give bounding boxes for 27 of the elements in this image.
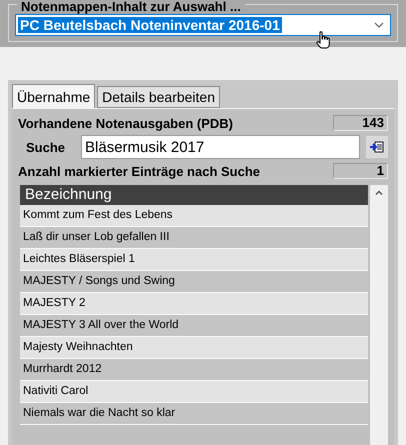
table-cell[interactable]: Niemals war die Nacht so klar (20, 403, 368, 425)
table-cell[interactable]: Murrhardt 2012 (20, 359, 368, 381)
group-title: Notenmappen-Inhalt zur Auswahl ... (17, 0, 245, 14)
table-cell[interactable]: Nativiti Carol (20, 381, 368, 403)
available-count: 143 (333, 115, 388, 131)
table-cell[interactable]: Majesty Weihnachten (20, 337, 368, 359)
scroll-up-icon[interactable] (375, 190, 383, 195)
table-cell[interactable]: Leichtes Bläserspiel 1 (20, 249, 368, 271)
marked-count: 1 (333, 163, 388, 179)
tab[interactable]: Details bearbeiten (97, 86, 220, 108)
tab[interactable]: Übernahme (12, 84, 96, 108)
search-field[interactable]: Bläsermusik 2017 (81, 135, 360, 159)
table-cell[interactable]: Kommt zum Fest des Lebens (20, 205, 368, 227)
table-cell[interactable]: MAJESTY / Songs und Swing (20, 271, 368, 293)
search-list-button[interactable] (366, 136, 388, 158)
available-label: Vorhandene Notenausgaben (PDB) (18, 116, 234, 130)
scrollbar[interactable] (370, 185, 388, 445)
search-label: Suche (26, 140, 66, 154)
marked-label: Anzahl markierter Einträge nach Suche (18, 164, 260, 178)
table-cell[interactable]: MAJESTY 2 (20, 293, 368, 315)
list-arrow-icon (370, 141, 384, 153)
table-cell[interactable]: MAJESTY 3 All over the World (20, 315, 368, 337)
dropdown[interactable]: PC Beutelsbach Noteninventar 2016-01 (15, 14, 391, 36)
column-header[interactable]: Bezeichnung (20, 185, 368, 205)
table-cell[interactable]: Laß dir unser Lob gefallen III (20, 227, 368, 249)
chevron-down-icon (374, 22, 384, 28)
hand-cursor-icon (316, 31, 330, 49)
